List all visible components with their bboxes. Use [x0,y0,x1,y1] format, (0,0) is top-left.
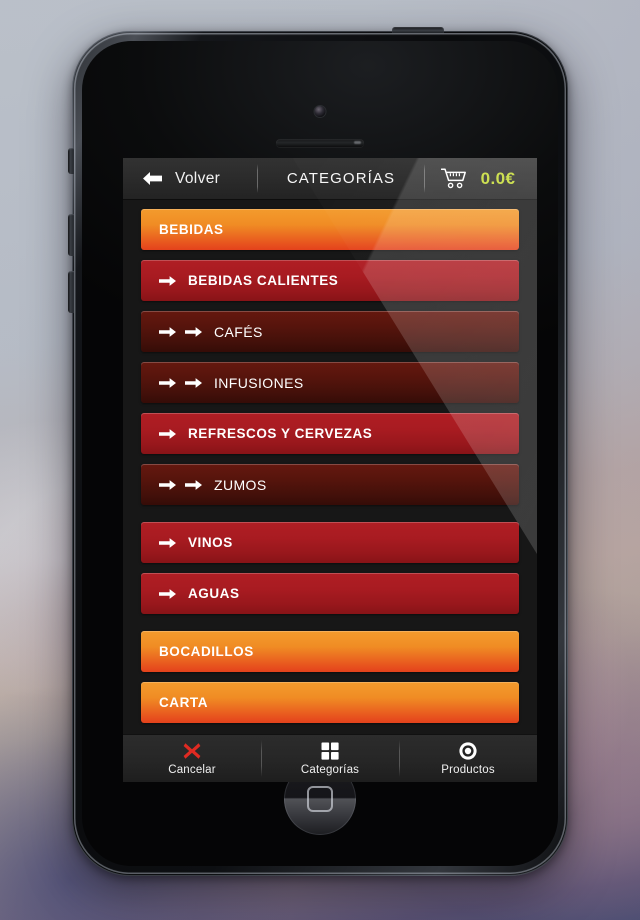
category-item[interactable]: CARTA [141,682,519,723]
category-item-label: ZUMOS [214,476,267,493]
phone-glass-face: Volver CATEGORÍAS 0.0€ BEBIDAS BEBIDAS C… [82,41,558,866]
grid-squares-icon [320,741,340,761]
category-list[interactable]: BEBIDAS BEBIDAS CALIENTES CAFÉS INFUSIONES R… [123,200,537,733]
cart-total-amount: 0.0€ [480,168,516,188]
category-item[interactable]: BEBIDAS [141,209,519,250]
circle-ring-icon [458,741,478,761]
arrow-right-icon-group [159,326,202,338]
category-item-label: CAFÉS [214,323,263,340]
category-item-label: INFUSIONES [214,374,304,391]
tab-categorias-label: Categorías [300,764,360,776]
category-item-label: BEBIDAS CALIENTES [188,273,339,288]
arrow-right-icon-group [159,537,176,549]
arrow-left-icon [143,171,162,186]
category-item-label: VINOS [188,535,233,550]
category-item-label: BEBIDAS [159,222,224,237]
tab-cancelar-label: Cancelar [168,764,216,776]
earpiece-speaker-grille [276,139,364,147]
arrow-right-icon-group [159,479,202,491]
bottom-tab-bar: Cancelar Categorías Productos [123,734,537,782]
category-item-label: CARTA [159,695,208,710]
tab-productos-label: Productos [441,764,495,776]
back-button-label: Volver [175,169,221,187]
cross-icon [182,741,202,761]
power-button[interactable] [392,27,444,33]
shopping-cart-icon [440,168,466,189]
category-item-label: BOCADILLOS [159,644,254,659]
category-item[interactable]: ZUMOS [141,464,519,505]
tab-categorias[interactable]: Categorías [261,735,399,782]
category-item[interactable]: BOCADILLOS [141,631,519,672]
volume-up-button[interactable] [68,214,74,256]
tab-productos[interactable]: Productos [399,735,537,782]
home-button-square-glyph [307,786,333,812]
category-item[interactable]: CAFÉS [141,311,519,352]
arrow-right-icon-group [159,588,176,600]
category-item[interactable]: INFUSIONES [141,362,519,403]
volume-down-button[interactable] [68,271,74,313]
arrow-right-icon-group [159,428,176,440]
app-navigation-bar: Volver CATEGORÍAS 0.0€ [123,158,537,200]
arrow-right-icon-group [159,377,202,389]
category-item-label: REFRESCOS Y CERVEZAS [188,426,373,441]
arrow-right-icon-group [159,275,176,287]
cart-button[interactable]: 0.0€ [425,158,537,199]
front-camera-icon [314,106,326,117]
page-title-cell: CATEGORÍAS [258,158,424,199]
category-item[interactable]: REFRESCOS Y CERVEZAS [141,413,519,454]
back-button[interactable]: Volver [123,158,257,199]
category-item[interactable]: VINOS [141,522,519,563]
tab-cancelar[interactable]: Cancelar [123,735,261,782]
category-item-label: AGUAS [188,586,240,601]
smartphone-device: Volver CATEGORÍAS 0.0€ BEBIDAS BEBIDAS C… [68,27,568,876]
category-item[interactable]: AGUAS [141,573,519,614]
app-screen: Volver CATEGORÍAS 0.0€ BEBIDAS BEBIDAS C… [123,158,537,758]
mute-switch[interactable] [68,148,74,174]
page-title: CATEGORÍAS [286,170,396,187]
category-item[interactable]: BEBIDAS CALIENTES [141,260,519,301]
